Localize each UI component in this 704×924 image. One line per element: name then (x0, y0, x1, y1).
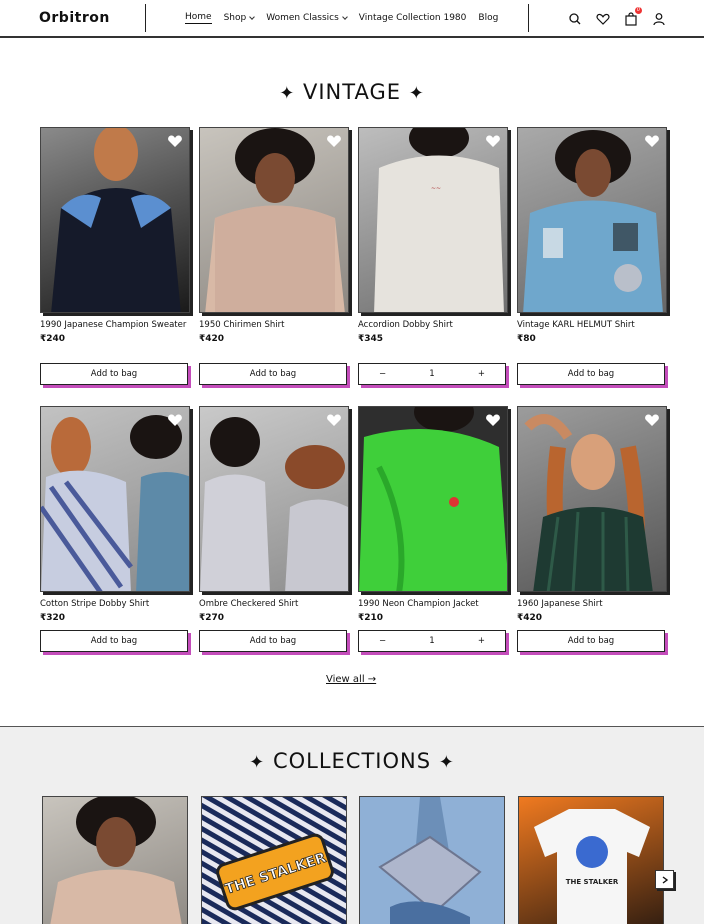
star-icon: ✦ (408, 83, 425, 104)
product-image[interactable] (40, 127, 190, 313)
header-divider (145, 4, 146, 32)
product-name[interactable]: 1960 Japanese Shirt (517, 598, 667, 610)
collections-section-title: ✦ COLLECTIONS ✦ (0, 749, 704, 773)
carousel-next-button[interactable] (655, 870, 674, 889)
nav-home[interactable]: Home (185, 12, 212, 24)
wishlist-heart-icon[interactable] (326, 413, 342, 427)
product-image[interactable] (517, 406, 667, 592)
wishlist-heart-icon[interactable] (167, 134, 183, 148)
nav-label: Home (185, 12, 212, 22)
chevron-right-icon (662, 875, 668, 884)
logo[interactable]: Orbitron (39, 10, 110, 26)
chevron-down-icon (341, 13, 348, 20)
star-icon: ✦ (249, 752, 266, 773)
product-name[interactable]: Accordion Dobby Shirt (358, 319, 508, 331)
product-name[interactable]: 1950 Chirimen Shirt (199, 319, 349, 331)
collection-label: THE STALKER (566, 878, 619, 886)
quantity-stepper[interactable]: − 1 + (358, 363, 506, 385)
cart-count-badge: 0 (635, 7, 642, 14)
product-image[interactable]: ~~ (358, 127, 508, 313)
vintage-section-title: ✦ VINTAGE ✦ (0, 80, 704, 104)
wishlist-heart-icon[interactable] (485, 134, 501, 148)
product-card[interactable]: Ombre Checkered Shirt ₹270 (199, 406, 349, 623)
heart-icon[interactable] (596, 11, 610, 25)
nav-blog[interactable]: Blog (478, 12, 498, 24)
nav-label: Shop (223, 13, 247, 23)
search-icon[interactable] (568, 11, 582, 25)
product-card[interactable]: 1990 Japanese Champion Sweater ₹240 (40, 127, 190, 344)
product-image[interactable] (358, 406, 508, 592)
collection-card[interactable] (42, 796, 188, 924)
add-to-bag-button[interactable]: Add to bag (199, 363, 347, 385)
product-price: ₹240 (40, 334, 66, 344)
product-price: ₹320 (40, 613, 66, 623)
svg-text:~~: ~~ (431, 185, 441, 192)
add-to-bag-button[interactable]: Add to bag (517, 630, 665, 652)
product-card[interactable]: ~~ Accordion Dobby Shirt ₹345 (358, 127, 508, 344)
product-card[interactable]: Cotton Stripe Dobby Shirt ₹320 (40, 406, 190, 623)
add-to-bag-button[interactable]: Add to bag (199, 630, 347, 652)
main-nav: Home Shop Women Classics Vintage Collect… (185, 12, 498, 24)
section-title-text: VINTAGE (302, 80, 401, 104)
product-image[interactable] (517, 127, 667, 313)
product-card[interactable]: 1950 Chirimen Shirt ₹420 (199, 127, 349, 344)
product-card[interactable]: 1990 Neon Champion Jacket ₹210 (358, 406, 508, 623)
product-card[interactable]: Vintage KARL HELMUT Shirt ₹80 (517, 127, 667, 344)
collection-card[interactable] (359, 796, 505, 924)
product-image[interactable] (40, 406, 190, 592)
product-price: ₹270 (199, 613, 225, 623)
product-image[interactable] (199, 406, 349, 592)
product-price: ₹210 (358, 613, 384, 623)
increase-qty-button[interactable]: + (478, 636, 485, 646)
qty-value: 1 (429, 369, 435, 379)
product-name[interactable]: Ombre Checkered Shirt (199, 598, 349, 610)
product-price: ₹420 (517, 613, 543, 623)
quantity-stepper[interactable]: − 1 + (358, 630, 506, 652)
header-icons: 0 (568, 7, 666, 26)
nav-label: Women Classics (266, 13, 339, 23)
collection-card[interactable]: THE STALKER (201, 796, 347, 924)
nav-label: Blog (478, 13, 499, 23)
qty-value: 1 (429, 636, 435, 646)
view-all-link[interactable]: View all → (326, 674, 376, 685)
product-price: ₹80 (517, 334, 536, 344)
section-title-text: COLLECTIONS (272, 749, 432, 773)
star-icon: ✦ (279, 83, 296, 104)
product-name[interactable]: 1990 Japanese Champion Sweater (40, 319, 190, 331)
add-to-bag-button[interactable]: Add to bag (40, 363, 188, 385)
product-name[interactable]: 1990 Neon Champion Jacket (358, 598, 508, 610)
product-price: ₹420 (199, 334, 225, 344)
nav-women-classics[interactable]: Women Classics (266, 12, 348, 24)
product-price: ₹345 (358, 334, 384, 344)
nav-label: Vintage Collection 1980 (358, 13, 467, 23)
add-to-bag-button[interactable]: Add to bag (40, 630, 188, 652)
decrease-qty-button[interactable]: − (379, 369, 386, 379)
add-to-bag-button[interactable]: Add to bag (517, 363, 665, 385)
product-image[interactable] (199, 127, 349, 313)
nav-vintage-collection[interactable]: Vintage Collection 1980 (359, 12, 467, 24)
wishlist-heart-icon[interactable] (326, 134, 342, 148)
header-divider (528, 4, 529, 32)
user-icon[interactable] (652, 11, 666, 26)
wishlist-heart-icon[interactable] (644, 413, 660, 427)
increase-qty-button[interactable]: + (478, 369, 485, 379)
collection-card[interactable]: THE STALKER (518, 796, 664, 924)
product-card[interactable]: 1960 Japanese Shirt ₹420 (517, 406, 667, 623)
product-name[interactable]: Vintage KARL HELMUT Shirt (517, 319, 667, 331)
decrease-qty-button[interactable]: − (379, 636, 386, 646)
star-icon: ✦ (438, 752, 455, 773)
wishlist-heart-icon[interactable] (167, 413, 183, 427)
wishlist-heart-icon[interactable] (485, 413, 501, 427)
product-name[interactable]: Cotton Stripe Dobby Shirt (40, 598, 190, 610)
nav-shop[interactable]: Shop (223, 12, 256, 24)
wishlist-heart-icon[interactable] (644, 134, 660, 148)
chevron-down-icon (249, 13, 256, 20)
bag-icon[interactable]: 0 (624, 7, 642, 26)
site-header: Orbitron Home Shop Women Classics Vintag… (0, 0, 704, 38)
